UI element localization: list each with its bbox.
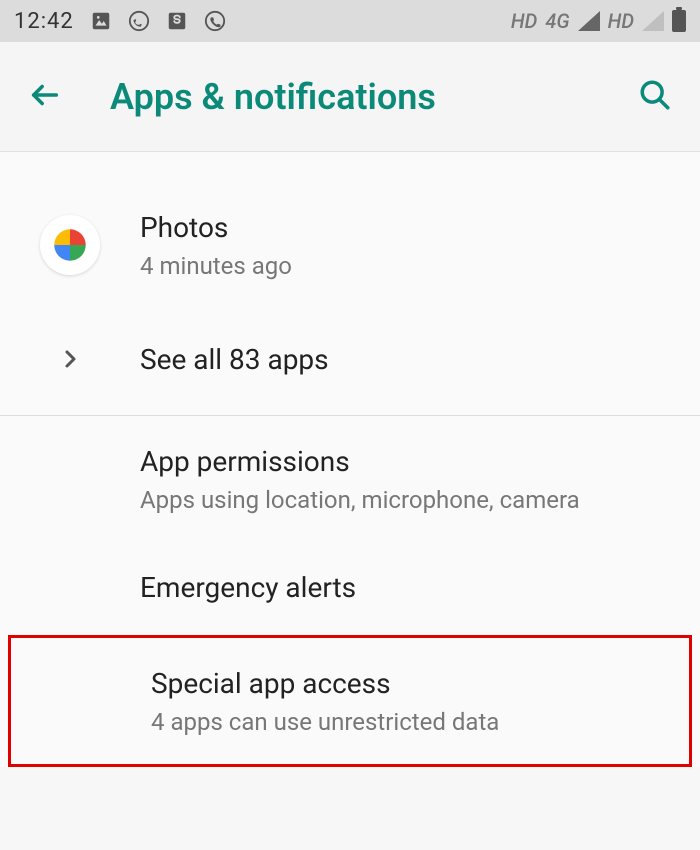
back-button[interactable] [28, 78, 62, 116]
page-title: Apps & notifications [110, 76, 590, 118]
app-bar: Apps & notifications [0, 42, 700, 152]
chevron-right-icon [58, 347, 82, 375]
settings-item-subtitle: 4 apps can use unrestricted data [151, 708, 669, 736]
phone-icon [204, 10, 226, 32]
settings-item-app-permissions[interactable]: App permissions Apps using location, mic… [0, 416, 700, 542]
photos-app-icon [40, 215, 100, 275]
app-s-icon [166, 10, 188, 32]
whatsapp-icon [128, 10, 150, 32]
see-all-apps-label: See all 83 apps [140, 342, 680, 378]
settings-item-title: Special app access [151, 666, 669, 702]
battery-icon [672, 10, 686, 32]
clock: 12:42 [14, 9, 74, 34]
sim2-hd-label: HD [608, 9, 634, 33]
signal-icon [642, 11, 664, 31]
settings-item-special-app-access[interactable]: Special app access 4 apps can use unrest… [8, 635, 692, 767]
settings-item-subtitle: Apps using location, microphone, camera [140, 486, 680, 514]
see-all-apps[interactable]: See all 83 apps [0, 306, 700, 414]
recent-app-title: Photos [140, 210, 680, 246]
recent-app-photos[interactable]: Photos 4 minutes ago [0, 152, 700, 306]
recent-app-subtitle: 4 minutes ago [140, 252, 680, 280]
sim1-hd-label: HD [511, 9, 537, 33]
settings-item-emergency-alerts[interactable]: Emergency alerts [0, 542, 700, 634]
signal-icon [578, 11, 600, 31]
settings-item-title: App permissions [140, 444, 680, 480]
sim1-tech-label: 4G [545, 9, 569, 33]
settings-item-title: Emergency alerts [140, 570, 680, 606]
status-bar: 12:42 HD 4G HD [0, 0, 700, 42]
search-button[interactable] [638, 78, 672, 116]
image-icon [90, 10, 112, 32]
